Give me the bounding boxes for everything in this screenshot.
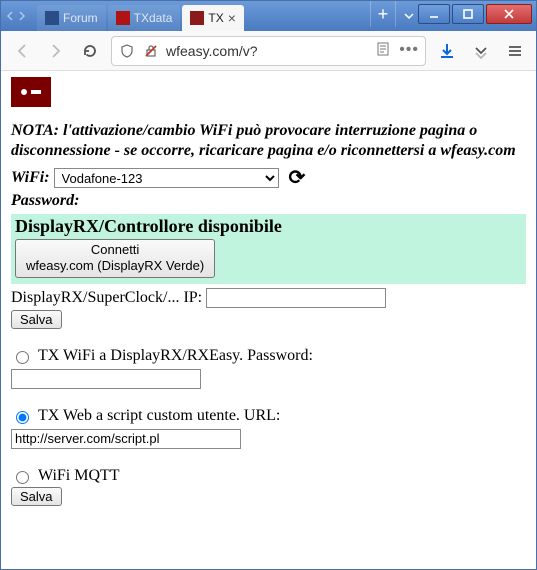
tab-label: TX: [208, 11, 223, 25]
reader-mode-icon[interactable]: [375, 41, 391, 60]
new-tab-button[interactable]: +: [370, 1, 396, 27]
connect-button[interactable]: Connetti wfeasy.com (DisplayRX Verde): [15, 239, 215, 278]
connect-line2: wfeasy.com (DisplayRX Verde): [26, 258, 204, 273]
reload-button[interactable]: [77, 38, 103, 64]
browser-window: Forum TXdata TX × +: [0, 0, 537, 570]
url-bar[interactable]: wfeasy.com/v? •••: [111, 36, 426, 66]
toolbar: wfeasy.com/v? •••: [1, 31, 536, 71]
url-text: wfeasy.com/v?: [166, 43, 369, 59]
displayrx-available-box: DisplayRX/Controllore disponibile Connet…: [11, 214, 526, 284]
favicon-txdata: [116, 11, 130, 25]
tab-strip: Forum TXdata TX ×: [31, 1, 366, 31]
radio-txwifi[interactable]: [16, 351, 29, 364]
url-actions: •••: [375, 41, 419, 60]
insecure-lock-icon: [142, 43, 160, 59]
titlebar: Forum TXdata TX × +: [1, 1, 536, 31]
tab-scroll-right-icon[interactable]: [17, 11, 27, 21]
window-controls: [418, 1, 536, 31]
tab-forum[interactable]: Forum: [37, 5, 106, 31]
radio-txwifi-row: TX WiFi a DisplayRX/RXEasy. Password:: [11, 347, 526, 365]
page-content[interactable]: NOTA: l'attivazione/cambio WiFi può prov…: [1, 71, 536, 569]
page-actions-icon[interactable]: •••: [399, 41, 419, 60]
favicon-tx: [190, 11, 204, 25]
header-logo: [11, 77, 51, 107]
back-button[interactable]: [9, 38, 35, 64]
tab-scroll-left-icon[interactable]: [5, 11, 15, 21]
forward-button[interactable]: [43, 38, 69, 64]
radio-txwifi-label: TX WiFi a DisplayRX/RXEasy. Password:: [38, 347, 313, 365]
radio-mqtt[interactable]: [16, 471, 29, 484]
wifi-select[interactable]: Vodafone-123: [54, 168, 279, 188]
password-row: Password:: [11, 192, 526, 210]
displayrx-title: DisplayRX/Controllore disponibile: [15, 216, 522, 237]
close-button[interactable]: [486, 4, 532, 24]
radio-txweb-row: TX Web a script custom utente. URL:: [11, 407, 526, 425]
shield-icon[interactable]: [118, 43, 136, 59]
favicon-forum: [45, 11, 59, 25]
ip-label: DisplayRX/SuperClock/... IP:: [11, 289, 202, 307]
radio-mqtt-row: WiFi MQTT: [11, 467, 526, 485]
tab-scroll-controls: [1, 1, 31, 31]
salva-button-1[interactable]: Salva: [11, 310, 62, 329]
salva-button-2[interactable]: Salva: [11, 487, 62, 506]
overflow-menu-button[interactable]: [468, 38, 494, 64]
tab-close-icon[interactable]: ×: [228, 10, 236, 26]
maximize-button[interactable]: [452, 4, 484, 24]
password-label: Password:: [11, 192, 79, 210]
tab-txdata[interactable]: TXdata: [108, 5, 181, 31]
tab-label: Forum: [63, 11, 98, 25]
downloads-button[interactable]: [434, 38, 460, 64]
radio-mqtt-label: WiFi MQTT: [38, 467, 120, 485]
nota-text: NOTA: l'attivazione/cambio WiFi può prov…: [11, 121, 526, 161]
ip-row: DisplayRX/SuperClock/... IP:: [11, 288, 526, 308]
minimize-button[interactable]: [418, 4, 450, 24]
connect-line1: Connetti: [91, 242, 139, 257]
ip-input[interactable]: [206, 288, 386, 308]
wifi-label: WiFi:: [11, 169, 50, 187]
tab-tx[interactable]: TX ×: [182, 5, 244, 31]
radio-txweb-label: TX Web a script custom utente. URL:: [38, 407, 280, 425]
radio-txweb[interactable]: [16, 411, 29, 424]
txwifi-password-input[interactable]: [11, 369, 201, 389]
wifi-row: WiFi: Vodafone-123 ⟳: [11, 165, 526, 190]
tabs-overflow-icon[interactable]: [400, 1, 418, 31]
tab-label: TXdata: [134, 11, 173, 25]
wifi-refresh-icon[interactable]: ⟳: [289, 165, 306, 190]
txweb-url-input[interactable]: [11, 429, 241, 449]
hamburger-menu-button[interactable]: [502, 38, 528, 64]
